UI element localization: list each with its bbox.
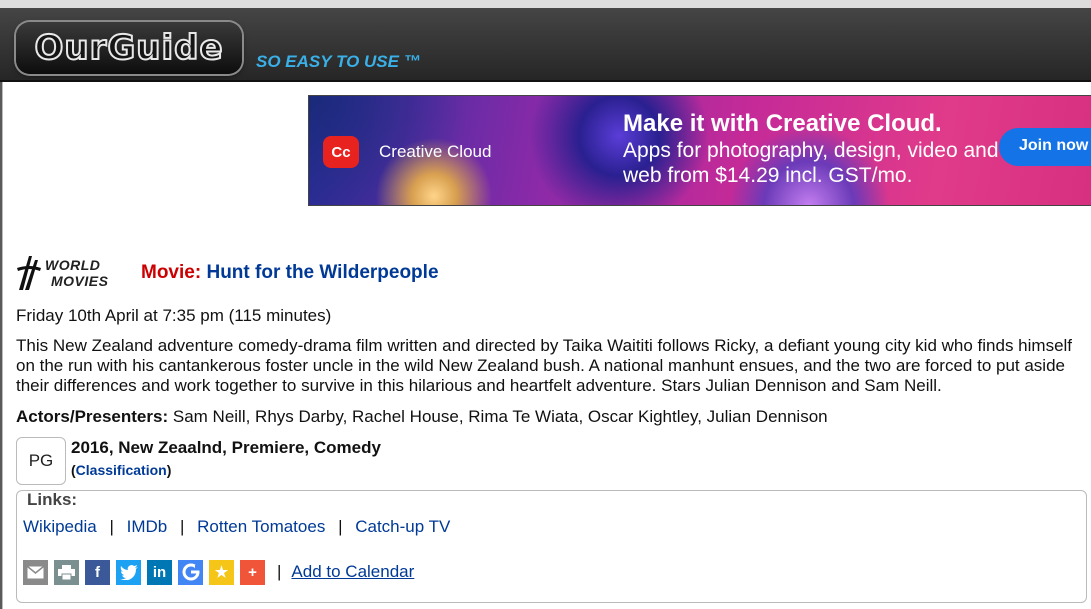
facebook-icon[interactable]: f [85, 559, 110, 585]
site-header: OurGuide SO EASY TO USE ™ [0, 8, 1091, 82]
add-to-calendar-link[interactable]: Add to Calendar [291, 562, 414, 582]
program-synopsis: This New Zealand adventure comedy-drama … [16, 336, 1073, 395]
program-title: Movie: Hunt for the Wilderpeople [141, 262, 439, 284]
share-toolbar: f in ★ + | Add to Calendar [23, 559, 414, 585]
link-separator: | [338, 517, 343, 536]
actors-label: Actors/Presenters: [16, 407, 169, 426]
imdb-link[interactable]: IMDb [127, 517, 168, 536]
wikipedia-link[interactable]: Wikipedia [23, 517, 97, 536]
more-plus-icon[interactable]: + [240, 559, 265, 585]
print-icon[interactable] [54, 559, 79, 585]
browser-top-strip [0, 0, 1091, 8]
main-content: Cc Creative Cloud Make it with Creative … [2, 82, 1091, 609]
creative-cloud-logo-icon: Cc [323, 136, 359, 168]
actors-list: Sam Neill, Rhys Darby, Rachel House, Rim… [172, 407, 828, 426]
twitter-icon[interactable] [116, 559, 141, 585]
tagline: SO EASY TO USE ™ [256, 52, 421, 71]
link-separator: | [179, 517, 185, 536]
program-meta: 2016, New Zeaalnd, Premiere, Comedy [71, 438, 381, 457]
ad-join-now-button[interactable]: Join now [999, 128, 1091, 166]
link-separator: | [109, 517, 114, 536]
world-movies-mark-icon [17, 256, 41, 290]
world-movies-channel-logo: WORLD MOVIES [15, 252, 117, 294]
logo-text: OurGuide [33, 27, 224, 69]
program-airtime: Friday 10th April at 7:35 pm (115 minute… [16, 306, 332, 325]
advertisement-banner[interactable]: Cc Creative Cloud Make it with Creative … [308, 95, 1091, 206]
classification-link[interactable]: Classification [76, 462, 167, 478]
rating-badge: PG [16, 437, 66, 485]
program-type-label: Movie: [141, 262, 202, 283]
channel-logo-line1: WORLD [45, 257, 101, 273]
email-icon[interactable] [23, 559, 48, 585]
link-separator: | [277, 562, 282, 581]
catch-up-tv-link[interactable]: Catch-up TV [355, 517, 450, 536]
favorite-star-icon[interactable]: ★ [209, 559, 234, 585]
ad-brand: Creative Cloud [379, 142, 492, 161]
ourguide-logo[interactable]: OurGuide [16, 22, 242, 74]
channel-logo-line2: MOVIES [51, 273, 109, 289]
links-legend: Links: [23, 491, 82, 509]
rotten-tomatoes-link[interactable]: Rotten Tomatoes [197, 517, 325, 536]
ad-subtext: Apps for photography, design, video and … [623, 139, 999, 187]
program-name: Hunt for the Wilderpeople [206, 262, 439, 283]
classification-line: (Classification) [71, 462, 172, 478]
program-actors: Actors/Presenters: Sam Neill, Rhys Darby… [16, 407, 828, 427]
external-links: Wikipedia | IMDb | Rotten Tomatoes | Cat… [23, 517, 450, 537]
linkedin-icon[interactable]: in [147, 559, 172, 585]
links-panel [16, 490, 1087, 603]
google-icon[interactable] [178, 559, 203, 585]
ad-headline: Make it with Creative Cloud. [623, 110, 942, 137]
